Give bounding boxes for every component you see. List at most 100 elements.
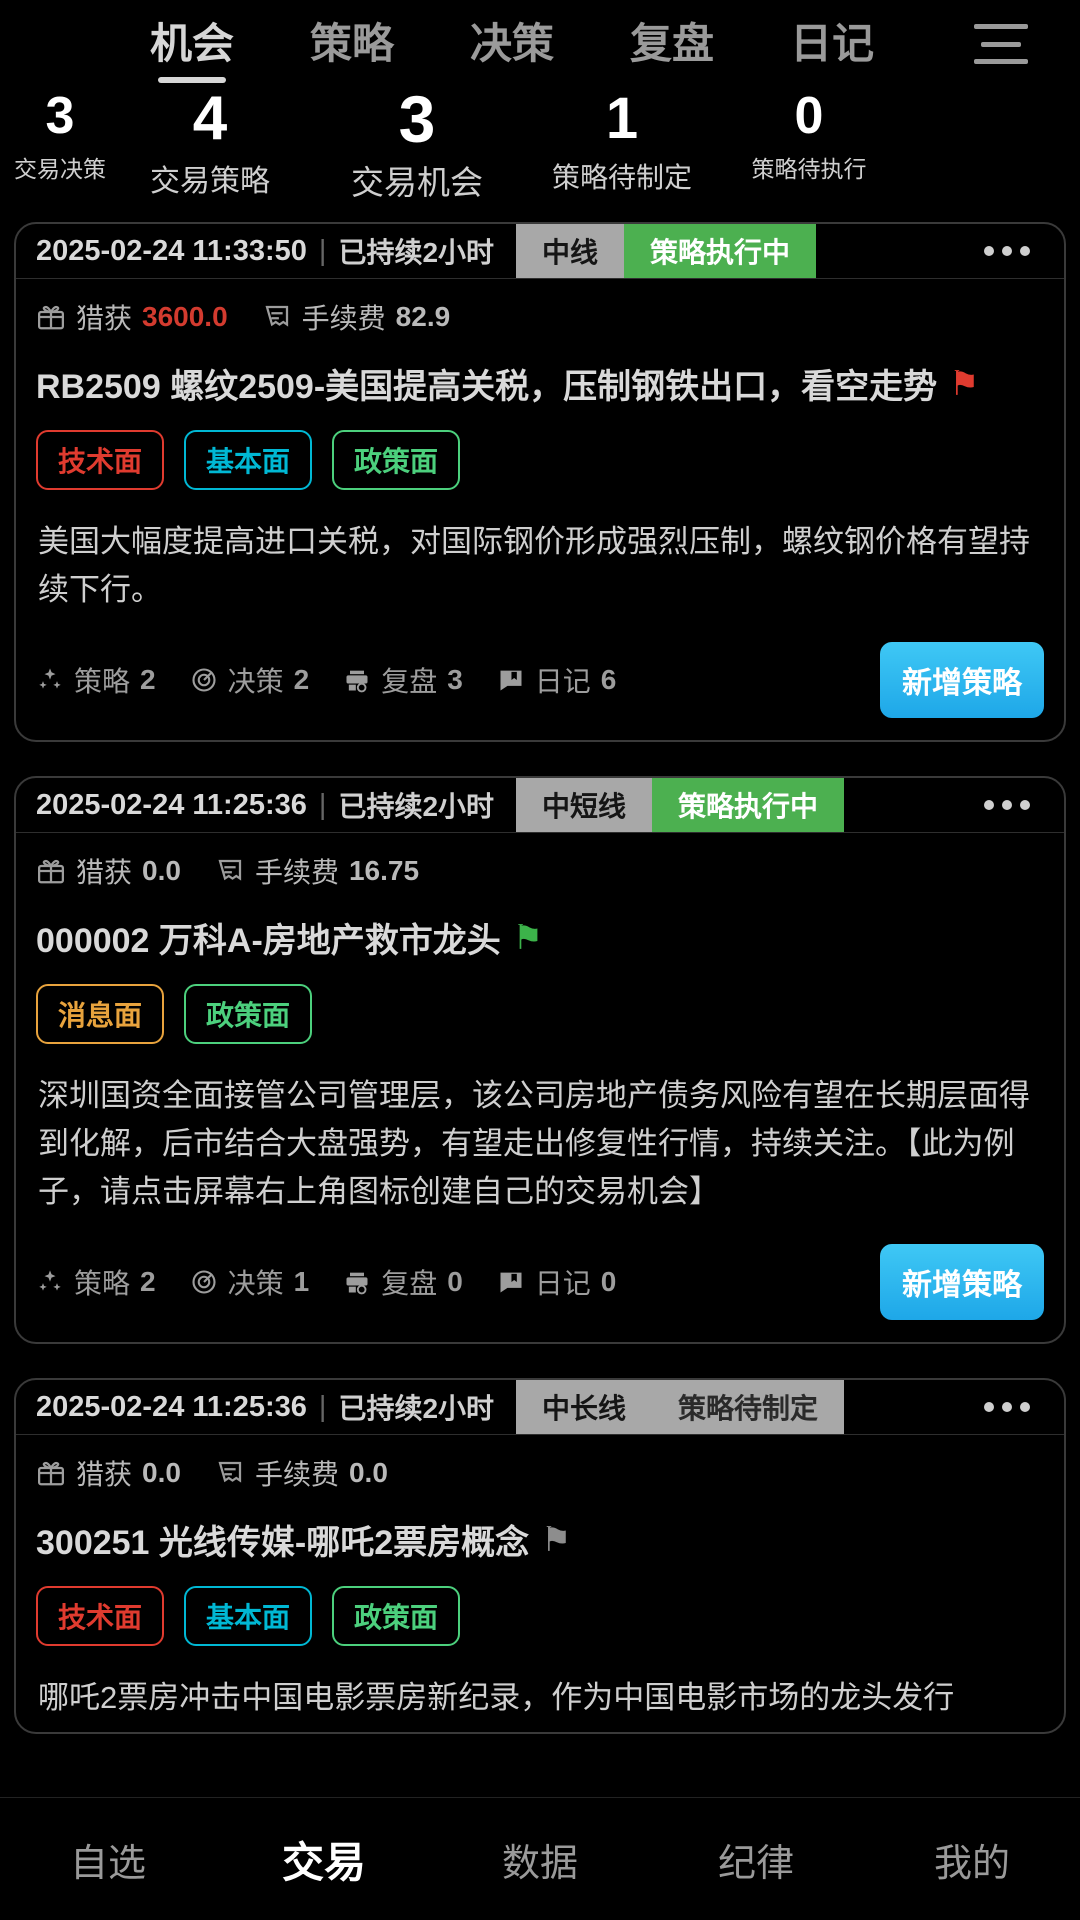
period-badge: 中线 <box>516 224 625 278</box>
card-description: 美国大幅度提高进口关税，对国际钢价形成强烈压制，螺纹钢价格有望持续下行。 <box>38 524 1030 607</box>
card-duration: 已持续2小时 <box>338 1393 495 1424</box>
stat-trade-decisions[interactable]: 3 交易决策 <box>14 88 106 184</box>
card-timestamp-row: 2025-02-24 11:25:36 | 已持续2小时 <box>16 1380 494 1434</box>
tag-policy[interactable]: 政策面 <box>332 1586 461 1646</box>
footer-decision[interactable]: 决策 2 <box>190 660 310 700</box>
tab-review[interactable]: 复盘 <box>630 10 714 79</box>
footer-strategy[interactable]: 策略 2 <box>36 1262 156 1302</box>
footer-count: 1 <box>293 1266 310 1297</box>
footer-review[interactable]: 复盘 3 <box>343 660 463 700</box>
footer-count: 3 <box>447 664 463 695</box>
footer-review[interactable]: 复盘 0 <box>343 1262 463 1302</box>
receipt-icon <box>265 305 288 327</box>
card-separator: | <box>318 788 327 821</box>
stat-strategy-pending-plan[interactable]: 1 策略待制定 <box>520 88 724 196</box>
status-badge: 策略执行中 <box>652 778 845 832</box>
footer-count: 0 <box>600 1266 617 1297</box>
receipt-icon <box>218 1461 242 1483</box>
tag-policy[interactable]: 政策面 <box>184 984 313 1044</box>
card-timestamp: 2025-02-24 11:33:50 <box>36 234 307 267</box>
more-options-icon[interactable] <box>984 1380 1064 1434</box>
gift-icon <box>38 305 64 330</box>
opportunity-card[interactable]: 2025-02-24 11:25:36 | 已持续2小时 中长线 策略待制定 猎… <box>14 1378 1066 1734</box>
stat-trade-strategies[interactable]: 4 交易策略 <box>106 88 314 198</box>
flag-icon: ⚑ <box>949 364 980 403</box>
card-title-row[interactable]: 300251 光线传媒-哪吒2票房概念 ⚑ <box>16 1497 1064 1576</box>
nav-trade[interactable]: 交易 <box>216 1829 432 1890</box>
add-strategy-button[interactable]: 新增策略 <box>880 1244 1044 1320</box>
card-timestamp-row: 2025-02-24 11:25:36 | 已持续2小时 <box>16 778 494 832</box>
footer-journal[interactable]: 日记 6 <box>497 660 616 700</box>
tag-fundamental[interactable]: 基本面 <box>184 430 313 490</box>
metric-label: 手续费 <box>254 1459 339 1490</box>
card-footer: 策略 2 决策 1 复盘 0 日记 0 新增策略 <box>16 1226 1064 1342</box>
add-strategy-button[interactable]: 新增策略 <box>880 642 1044 718</box>
stat-label: 交易策略 <box>150 165 270 198</box>
more-options-icon[interactable] <box>984 778 1064 832</box>
card-description: 深圳国资全面接管公司管理层，该公司房地产债务风险有望在长期层面得到化解，后市结合… <box>38 1078 1030 1209</box>
tag-news[interactable]: 消息面 <box>36 984 165 1044</box>
stats-strip[interactable]: 3 交易决策 4 交易策略 3 交易机会 1 策略待制定 0 策略待执行 <box>0 88 1080 198</box>
more-options-icon[interactable] <box>984 224 1064 278</box>
footer-label: 复盘 <box>381 1268 438 1299</box>
tab-opportunities[interactable]: 机会 <box>150 10 234 83</box>
tag-fundamental[interactable]: 基本面 <box>184 1586 313 1646</box>
card-title-row[interactable]: 000002 万科A-房地产救市龙头 ⚑ <box>16 895 1064 974</box>
hamburger-icon[interactable] <box>974 24 1028 64</box>
opportunity-card[interactable]: 2025-02-24 11:25:36 | 已持续2小时 中短线 策略执行中 猎… <box>14 776 1066 1344</box>
footer-strategy[interactable]: 策略 2 <box>36 660 156 700</box>
card-metrics: 猎获 0.0 手续费 0.0 <box>16 1435 1064 1497</box>
status-badge: 策略执行中 <box>624 224 817 278</box>
tab-journal[interactable]: 日记 <box>790 10 874 79</box>
metric-value: 0.0 <box>348 1457 388 1488</box>
stat-value: 4 <box>192 88 228 153</box>
footer-journal[interactable]: 日记 0 <box>497 1262 617 1302</box>
nav-data[interactable]: 数据 <box>432 1832 648 1887</box>
stat-value: 3 <box>398 88 436 156</box>
stat-strategy-pending-exec[interactable]: 0 策略待执行 <box>724 88 894 184</box>
metric-fee: 手续费 0.0 <box>215 1453 388 1493</box>
journal-icon <box>500 1272 522 1293</box>
period-badge: 中长线 <box>516 1380 653 1434</box>
gift-icon <box>38 1461 64 1486</box>
decision-icon <box>192 1270 216 1294</box>
card-metrics: 猎获 3600.0 手续费 82.9 <box>16 279 1064 341</box>
stat-value: 1 <box>605 88 639 151</box>
card-metrics: 猎获 0.0 手续费 16.75 <box>16 833 1064 895</box>
footer-count: 2 <box>293 664 310 695</box>
tag-technical[interactable]: 技术面 <box>36 430 165 490</box>
flag-icon: ⚑ <box>512 918 544 957</box>
strategy-icon <box>39 668 61 689</box>
tab-strategies[interactable]: 策略 <box>310 10 394 79</box>
metric-label: 手续费 <box>301 303 386 334</box>
stat-label: 策略待制定 <box>551 162 692 193</box>
footer-decision[interactable]: 决策 1 <box>190 1262 310 1302</box>
metric-value: 3600.0 <box>142 301 228 332</box>
gift-icon <box>38 859 64 884</box>
tag-policy[interactable]: 政策面 <box>332 430 461 490</box>
metric-label: 猎获 <box>76 1459 133 1490</box>
metric-value: 0.0 <box>142 855 181 886</box>
card-title-row[interactable]: RB2509 螺纹2509-美国提高关税，压制钢铁出口，看空走势 ⚑ <box>16 341 1064 420</box>
opportunity-list[interactable]: 2025-02-24 11:33:50 | 已持续2小时 中线 策略执行中 猎获… <box>0 222 1080 1798</box>
stat-label: 策略待执行 <box>751 156 867 182</box>
card-timestamp-row: 2025-02-24 11:33:50 | 已持续2小时 <box>16 224 494 278</box>
card-description: 哪吒2票房冲击中国电影票房新纪录，作为中国电影市场的龙头发行 <box>38 1680 955 1715</box>
nav-watchlist[interactable]: 自选 <box>0 1832 216 1887</box>
stat-trade-opportunities[interactable]: 3 交易机会 <box>314 88 520 198</box>
stat-label: 交易机会 <box>351 164 483 198</box>
metric-label: 猎获 <box>76 303 133 334</box>
tag-technical[interactable]: 技术面 <box>36 1586 165 1646</box>
status-badge: 策略待制定 <box>652 1380 845 1434</box>
top-tab-bar: 机会 策略 决策 复盘 日记 <box>0 0 1080 88</box>
metric-label: 手续费 <box>254 857 339 888</box>
opportunity-card[interactable]: 2025-02-24 11:33:50 | 已持续2小时 中线 策略执行中 猎获… <box>14 222 1066 742</box>
review-icon <box>346 670 368 693</box>
metric-value: 16.75 <box>348 855 420 886</box>
footer-label: 决策 <box>227 666 284 697</box>
tab-decisions[interactable]: 决策 <box>470 10 554 79</box>
nav-mine[interactable]: 我的 <box>864 1832 1080 1887</box>
nav-discipline[interactable]: 纪律 <box>648 1832 864 1887</box>
metric-value: 0.0 <box>142 1457 181 1488</box>
metric-fee: 手续费 16.75 <box>215 851 419 891</box>
